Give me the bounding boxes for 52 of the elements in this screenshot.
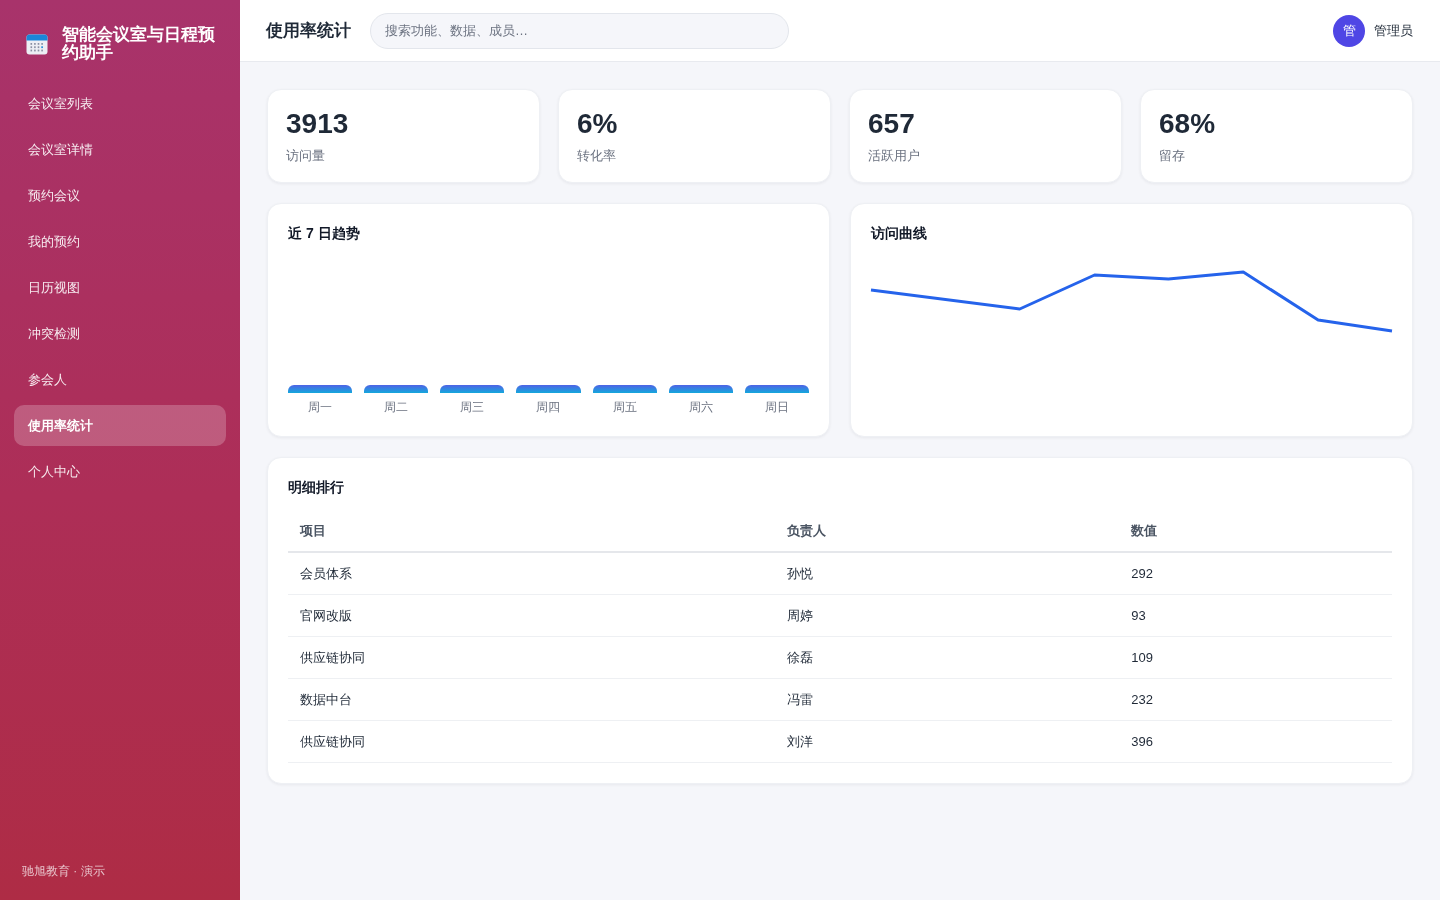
table-cell: 冯雷 xyxy=(786,690,813,709)
footer-text: 驰旭教育 · 演示 xyxy=(22,863,105,879)
day-label: 周二 xyxy=(384,399,409,415)
table-cell: 供应链协同 xyxy=(300,648,365,667)
user-name: 管理员 xyxy=(1374,21,1413,40)
table-cell: 396 xyxy=(1131,734,1153,749)
chart-title: 近 7 日趋势 xyxy=(288,224,361,243)
table-cell: 109 xyxy=(1131,650,1153,665)
column-header: 数值 xyxy=(1131,521,1158,540)
table-cell: 刘洋 xyxy=(786,732,813,751)
nav-item[interactable]: 参会人 xyxy=(14,359,226,400)
day-label: 周六 xyxy=(688,399,713,415)
nav-item[interactable]: 使用率统计 xyxy=(14,405,226,446)
day-label: 周四 xyxy=(536,399,561,415)
column-header: 项目 xyxy=(300,521,326,540)
table-cell: 官网改版 xyxy=(300,606,352,625)
chart-title: 访问曲线 xyxy=(871,224,928,243)
stat-value: 6% xyxy=(577,107,618,141)
column-header: 负责人 xyxy=(786,521,826,540)
table-cell: 孙悦 xyxy=(786,564,813,583)
page-title: 使用率统计 xyxy=(266,20,351,42)
search-field[interactable]: 搜索功能、数据、成员… xyxy=(370,12,789,49)
nav-item[interactable]: 个人中心 xyxy=(14,451,226,492)
nav-item[interactable]: 日历视图 xyxy=(14,267,226,308)
app-title: 智能会议室与日程预约助手 xyxy=(62,26,216,62)
table-cell: 292 xyxy=(1131,566,1153,581)
day-label: 周三 xyxy=(460,399,485,415)
table-cell: 供应链协同 xyxy=(300,732,365,751)
nav-item[interactable]: 冲突检测 xyxy=(14,313,226,354)
table-cell: 会员体系 xyxy=(300,564,352,583)
table-title: 明细排行 xyxy=(288,478,345,497)
nav-item[interactable]: 会议室详情 xyxy=(14,129,226,170)
day-label: 周日 xyxy=(764,399,789,415)
nav-item[interactable]: 预约会议 xyxy=(14,175,226,216)
table-cell: 周婷 xyxy=(786,606,813,625)
nav-item[interactable]: 我的预约 xyxy=(14,221,226,262)
table-cell: 93 xyxy=(1131,608,1146,623)
stat-label: 转化率 xyxy=(577,147,617,165)
stat-value: 68% xyxy=(1159,107,1216,141)
table-cell: 徐磊 xyxy=(786,648,813,667)
calendar-icon xyxy=(26,33,48,55)
table-cell: 232 xyxy=(1131,692,1153,707)
stat-label: 留存 xyxy=(1159,147,1186,165)
user-avatar[interactable]: 管 xyxy=(1333,14,1365,47)
day-label: 周一 xyxy=(308,399,333,415)
stat-label: 活跃用户 xyxy=(868,147,921,165)
nav-item[interactable]: 会议室列表 xyxy=(14,83,226,124)
stat-value: 657 xyxy=(868,107,915,141)
table-cell: 数据中台 xyxy=(300,690,352,709)
stat-label: 访问量 xyxy=(286,147,326,165)
day-label: 周五 xyxy=(612,399,637,415)
stat-value: 3913 xyxy=(286,107,349,141)
